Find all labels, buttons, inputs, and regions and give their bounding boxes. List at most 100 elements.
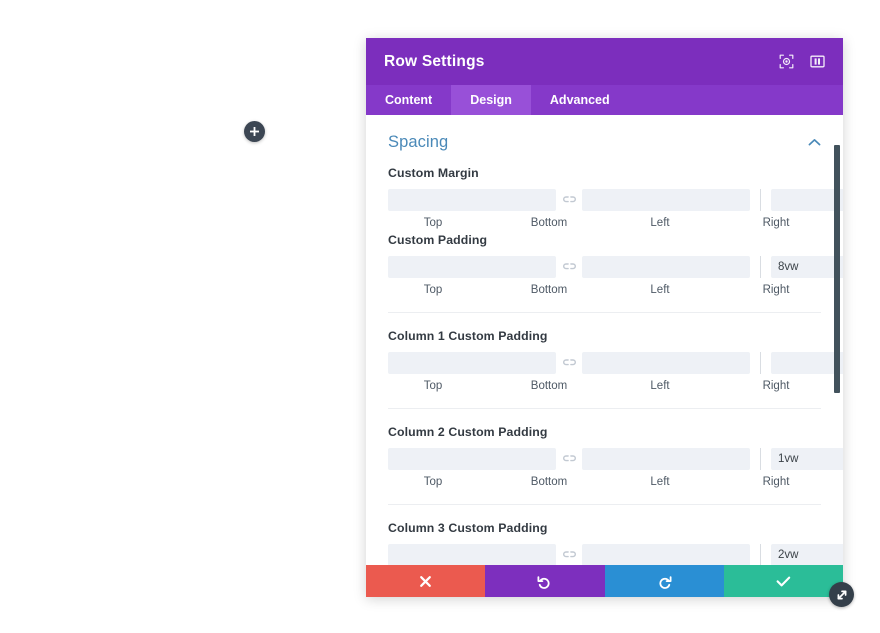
spacing-group-label: Custom Padding — [388, 233, 488, 247]
spacing-caption-pair: Top Bottom — [388, 217, 594, 229]
spacing-input-bottom[interactable] — [582, 352, 750, 374]
panel-body: Spacing Custom Margin Top Bottom Left Right C… — [366, 115, 843, 565]
tab-content[interactable]: Content — [366, 85, 451, 115]
spacing-divider — [760, 352, 761, 374]
add-row-button[interactable] — [244, 121, 265, 142]
section-title: Spacing — [388, 133, 449, 151]
spacing-input-left[interactable] — [771, 544, 843, 565]
tab-design[interactable]: Design — [451, 85, 531, 115]
spacing-pair — [771, 189, 843, 211]
spacing-divider — [760, 544, 761, 565]
caption-top: Top — [423, 217, 443, 229]
spacing-caption-pair: Top Bottom — [388, 380, 594, 392]
layout-toggle-icon[interactable] — [810, 54, 825, 69]
link-top-bottom-icon[interactable] — [556, 448, 582, 470]
spacing-input-bottom[interactable] — [582, 256, 750, 278]
caption-left: Left — [650, 284, 670, 296]
spacing-input-top[interactable] — [388, 352, 556, 374]
spacing-input-bottom[interactable] — [582, 544, 750, 565]
redo-button[interactable] — [604, 565, 724, 597]
spacing-section-header[interactable]: Spacing — [388, 115, 821, 166]
spacing-input-row: 1 — [388, 256, 843, 278]
caption-top: Top — [423, 476, 443, 488]
check-icon — [776, 575, 791, 588]
spacing-captions: Top Bottom Left Right — [388, 380, 821, 392]
spacing-captions: Top Bottom Left Right — [388, 284, 821, 296]
spacing-caption-pair: Top Bottom — [388, 284, 594, 296]
chevron-up-icon[interactable] — [807, 136, 821, 150]
spacing-pair: 3 — [771, 448, 843, 470]
spacing-group-label: Column 3 Custom Padding — [388, 521, 548, 535]
screen-canvas: Row Settings Content Design Advanced Spa… — [0, 0, 880, 633]
spacing-input-left[interactable] — [771, 448, 843, 470]
spacing-divider — [760, 448, 761, 470]
caption-bottom: Bottom — [530, 476, 568, 488]
spacing-group-label: Custom Margin — [388, 166, 479, 180]
caption-top: Top — [423, 284, 443, 296]
spacing-input-left[interactable] — [771, 352, 843, 374]
caption-top: Top — [423, 380, 443, 392]
panel-scrollbar-track[interactable] — [834, 115, 843, 565]
spacing-input-top[interactable] — [388, 448, 556, 470]
save-button[interactable] — [723, 565, 843, 597]
spacing-group-label: Column 1 Custom Padding — [388, 329, 548, 343]
caption-divider — [604, 217, 605, 229]
link-top-bottom-icon[interactable] — [556, 189, 582, 211]
cancel-button[interactable] — [366, 565, 486, 597]
spacing-group: Column 3 Custom Padding4TopBottomLeftRig… — [388, 504, 843, 565]
spacing-pair — [388, 256, 750, 278]
caption-left: Left — [650, 476, 670, 488]
spacing-group: Column 2 Custom Padding 3 Top Bottom Left Rig… — [388, 408, 843, 492]
spacing-input-top[interactable] — [388, 256, 556, 278]
spacing-pair — [388, 448, 750, 470]
resize-diagonal-icon — [835, 588, 849, 602]
caption-bottom: Bottom — [530, 217, 568, 229]
caption-divider — [604, 476, 605, 488]
panel-resize-handle[interactable] — [829, 582, 854, 607]
spacing-pair — [388, 544, 750, 565]
spacing-input-left[interactable] — [771, 189, 843, 211]
row-settings-panel: Row Settings Content Design Advanced Spa… — [366, 38, 843, 597]
link-top-bottom-icon[interactable] — [556, 256, 582, 278]
page-title: Row Settings — [384, 52, 485, 70]
panel-scrollbar-thumb[interactable] — [834, 145, 840, 393]
spacing-group: Column 1 Custom Padding 2 Top Bottom Left Rig… — [388, 312, 843, 396]
spacing-caption-pair: Top Bottom — [388, 476, 594, 488]
tab-advanced[interactable]: Advanced — [531, 85, 629, 115]
panel-header: Row Settings — [366, 38, 843, 85]
undo-button[interactable] — [485, 565, 605, 597]
spacing-pair: 2 — [771, 352, 843, 374]
spacing-input-left[interactable] — [771, 256, 843, 278]
spacing-input-row — [388, 189, 843, 211]
link-top-bottom-icon[interactable] — [556, 544, 582, 565]
spacing-group-label: Column 2 Custom Padding — [388, 425, 548, 439]
spacing-pair — [388, 189, 750, 211]
spacing-input-top[interactable] — [388, 544, 556, 565]
spacing-input-row: 2 — [388, 352, 843, 374]
spacing-field-groups: Custom Margin Top Bottom Left Right Custom Pa… — [388, 166, 843, 565]
spacing-captions: Top Bottom Left Right — [388, 217, 821, 229]
caption-bottom: Bottom — [530, 284, 568, 296]
spacing-input-top[interactable] — [388, 189, 556, 211]
panel-action-bar — [366, 565, 843, 597]
close-icon — [419, 575, 432, 588]
link-top-bottom-icon[interactable] — [556, 352, 582, 374]
caption-right: Right — [762, 217, 790, 229]
settings-scroll-area: Spacing Custom Margin Top Bottom Left Right C… — [366, 115, 843, 565]
plus-icon — [249, 126, 260, 137]
spacing-input-bottom[interactable] — [582, 448, 750, 470]
spacing-caption-pair: Left Right — [615, 380, 821, 392]
caption-bottom: Bottom — [530, 380, 568, 392]
caption-left: Left — [650, 380, 670, 392]
spacing-divider — [760, 189, 761, 211]
spacing-group: Custom Margin Top Bottom Left Right — [388, 166, 843, 233]
spacing-pair: 4 — [771, 544, 843, 565]
spacing-input-bottom[interactable] — [582, 189, 750, 211]
spacing-pair — [388, 352, 750, 374]
preview-icon[interactable] — [779, 54, 794, 69]
caption-left: Left — [650, 217, 670, 229]
